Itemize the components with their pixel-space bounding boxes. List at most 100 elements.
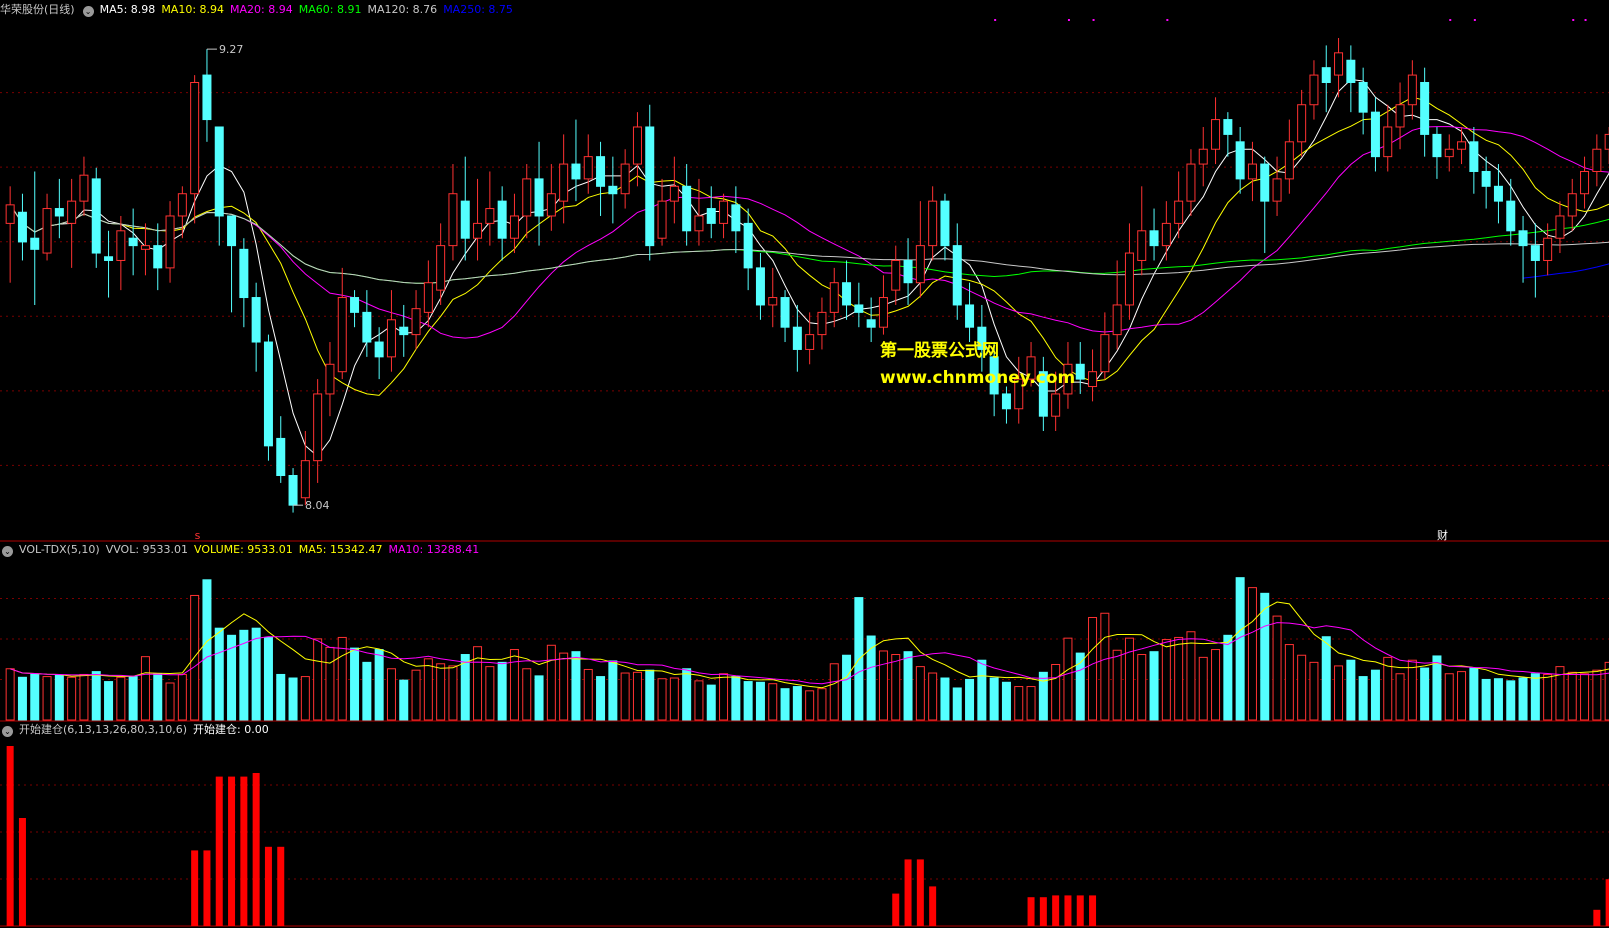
candle-body [1137, 230, 1147, 261]
volume-bar [583, 668, 593, 721]
candle-body [682, 185, 692, 232]
candle-body [337, 297, 347, 373]
main-indicator-value: MA5: 8.98 [99, 3, 156, 16]
volume-bar [682, 668, 692, 721]
volume-bar [768, 683, 778, 721]
volume-bar [645, 669, 655, 721]
ma5-line [9, 78, 1609, 457]
signal-bar [1039, 897, 1047, 926]
volume-bar [755, 681, 765, 721]
volume-bar [1420, 667, 1430, 721]
signal-bar [1605, 879, 1609, 926]
volume-bar [1198, 656, 1208, 721]
chart-canvas[interactable]: 9.27 8.04 s 财 [0, 0, 1609, 928]
volume-bar [1346, 659, 1356, 721]
signal-bar [240, 776, 248, 926]
vol-indicator-value: MA5: 15342.47 [298, 543, 383, 556]
toggle-icon[interactable]: ⌄ [2, 726, 13, 737]
candle-body [67, 200, 77, 224]
candle-body [1309, 74, 1319, 106]
volume-bar [140, 656, 150, 721]
volume-bar [522, 668, 532, 721]
volume-bar [30, 673, 40, 721]
volume-bar [632, 671, 642, 721]
candle-body [1100, 334, 1110, 373]
top-signal-dot [1449, 19, 1452, 21]
volume-bar [460, 654, 470, 721]
volume-indicator-name[interactable]: VOL-TDX(5,10) [19, 543, 100, 556]
candle-body [448, 193, 458, 247]
candle-body [1211, 119, 1221, 150]
candle-body [1001, 393, 1011, 410]
candle-body [878, 297, 888, 328]
signal-bar [1076, 895, 1084, 926]
watermark-title: 第一股票公式网 [880, 341, 999, 361]
candle-body [300, 460, 310, 499]
volume-bar [1051, 663, 1061, 721]
low-price-label: 8.04 [305, 499, 330, 512]
toggle-icon[interactable]: ⌄ [82, 6, 94, 17]
volume-bar [288, 677, 298, 721]
volume-bar [669, 677, 679, 721]
signal-indicator-name[interactable]: 开始建仓(6,13,13,26,80,3,10,6) [19, 723, 187, 736]
volume-bar [842, 654, 852, 721]
candle-body [1493, 185, 1503, 202]
volume-bar [1124, 637, 1134, 721]
main-indicator-value: MA20: 8.94 [230, 3, 293, 16]
candle-body [854, 304, 864, 313]
volume-bar [42, 676, 52, 721]
candle-body [1260, 163, 1270, 202]
volume-bar [399, 679, 409, 721]
signal-bar [929, 886, 937, 926]
volume-bar [1432, 655, 1442, 721]
candle-body [928, 200, 938, 247]
candle-body [374, 341, 384, 358]
volume-bar [202, 579, 212, 721]
stock-name[interactable]: 华荣股份(日线) [0, 3, 75, 16]
volume-bar [989, 677, 999, 721]
candle-body [1530, 245, 1540, 261]
candle-body [829, 282, 839, 313]
candle-body [1297, 104, 1307, 143]
candle-body [1149, 230, 1159, 247]
candle-body [657, 200, 667, 239]
volume-bar [1334, 665, 1344, 721]
vol-indicator-value: MA10: 13288.41 [388, 543, 480, 556]
candle-body [1518, 230, 1528, 247]
volume-bar [423, 658, 433, 721]
volume-bar [596, 676, 606, 721]
candle-body [104, 256, 114, 261]
volume-bar [1407, 659, 1417, 721]
candle-body [1272, 178, 1282, 202]
signal-bar [892, 893, 900, 926]
candle-body [805, 334, 815, 350]
candle-body [940, 200, 950, 247]
candle-body [30, 237, 40, 250]
volume-bar [300, 676, 310, 721]
candle-body [190, 81, 200, 195]
candle-body [251, 297, 261, 343]
signal-bar [1052, 895, 1060, 926]
volume-bar [1518, 677, 1528, 721]
candle-body [817, 311, 827, 336]
main-indicator-value: MA60: 8.91 [298, 3, 362, 16]
toggle-icon[interactable]: ⌄ [2, 546, 13, 557]
candle-body [952, 245, 962, 306]
candle-body [202, 74, 212, 121]
volume-bar [694, 680, 704, 721]
signal-bar [1593, 909, 1601, 926]
candle-body [1592, 148, 1602, 172]
volume-bar [1457, 671, 1467, 721]
candle-body [1432, 133, 1442, 158]
candle-body [1161, 222, 1171, 247]
candle-body [1198, 148, 1208, 165]
candle-body [583, 156, 593, 180]
candle-body [436, 245, 446, 291]
signal-bar [228, 776, 236, 926]
volume-bar [1174, 636, 1184, 721]
candle-body [509, 215, 519, 239]
candle-body [706, 208, 716, 224]
candle-body [263, 341, 273, 447]
candle-body [534, 178, 544, 217]
volume-bar [411, 669, 421, 721]
